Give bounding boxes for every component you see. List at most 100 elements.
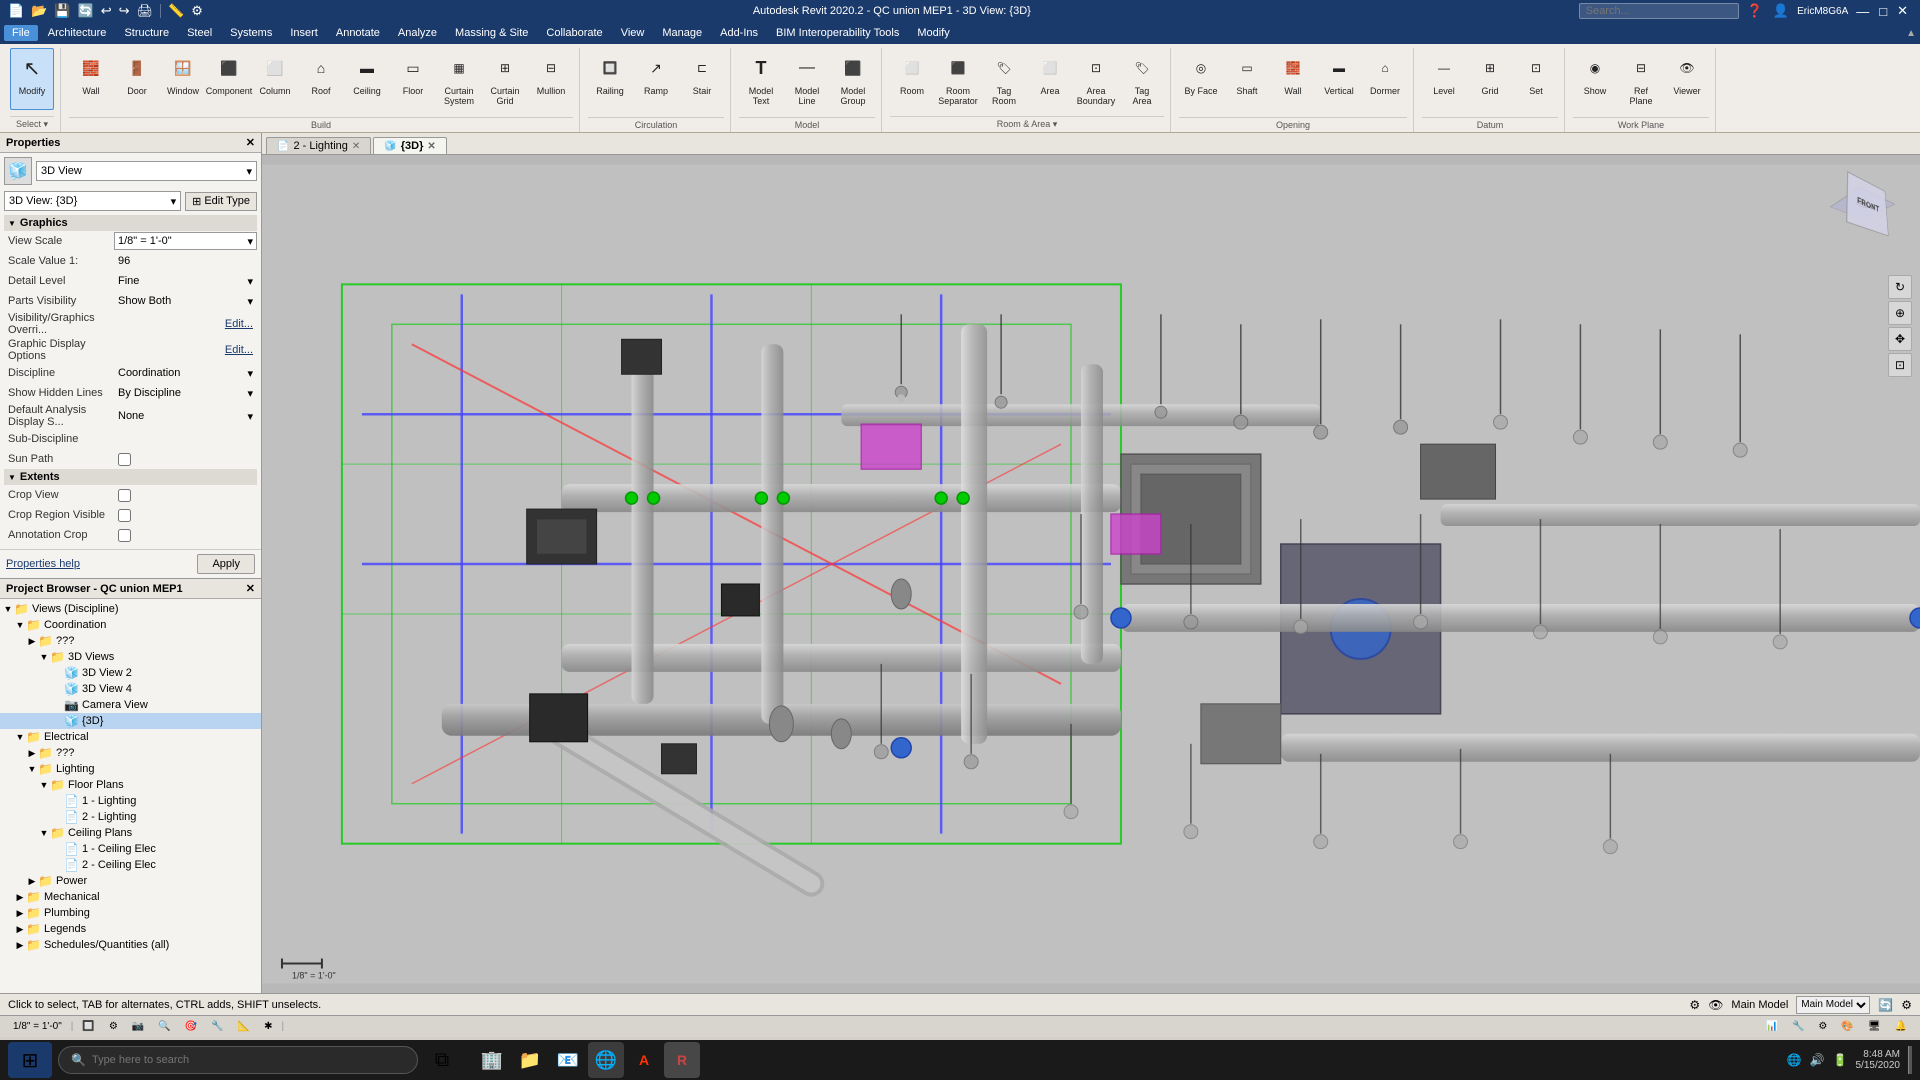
tree-mechanical[interactable]: ▶ 📁 Mechanical: [0, 889, 261, 905]
parts-vis-value[interactable]: Show Both ▾: [114, 292, 257, 310]
pan-btn[interactable]: ✥: [1888, 327, 1912, 351]
bottom-icon6[interactable]: 🔧: [206, 1019, 228, 1034]
ribbon-btn-level[interactable]: — Level: [1422, 48, 1466, 110]
menu-addins[interactable]: Add-Ins: [712, 25, 766, 41]
ribbon-btn-area-boundary[interactable]: ⊡ Area Boundary: [1074, 48, 1118, 110]
ribbon-btn-tag-area[interactable]: 🏷 Tag Area: [1120, 48, 1164, 110]
ribbon-btn-show[interactable]: ◉ Show: [1573, 48, 1617, 110]
ribbon-btn-room[interactable]: ⬜ Room: [890, 48, 934, 110]
menu-collaborate[interactable]: Collaborate: [538, 25, 610, 41]
ribbon-btn-shaft[interactable]: ▭ Shaft: [1225, 48, 1269, 110]
tree-coord-q[interactable]: ▶ 📁 ???: [0, 633, 261, 649]
bottom-icon5[interactable]: 🎯: [180, 1019, 202, 1034]
power-expand-icon[interactable]: ▶: [26, 876, 38, 887]
qa-sync-icon[interactable]: 🔄: [76, 2, 96, 20]
legends-expand-icon[interactable]: ▶: [14, 924, 26, 935]
start-button[interactable]: ⊞: [8, 1042, 52, 1078]
tree-fp2[interactable]: ▶ 📄 2 - Lighting: [0, 809, 261, 825]
coord-expand-icon[interactable]: ▼: [14, 620, 26, 630]
tree-3d[interactable]: ▶ 🧊 {3D}: [0, 713, 261, 729]
ribbon-btn-mullion[interactable]: ⊟ Mullion: [529, 48, 573, 110]
ribbon-btn-model-line[interactable]: — Model Line: [785, 48, 829, 110]
info-close-icon[interactable]: ✕: [1895, 2, 1910, 20]
ribbon-btn-component[interactable]: ⬛ Component: [207, 48, 251, 110]
extents-section-header[interactable]: ▼ Extents: [4, 469, 257, 485]
ribbon-btn-modify[interactable]: ↖ Modify: [10, 48, 54, 110]
zoom-btn[interactable]: ⊕: [1888, 301, 1912, 325]
info-user-icon[interactable]: 👤: [1771, 2, 1791, 20]
tab-3d[interactable]: 🧊 {3D} ✕: [373, 137, 446, 154]
status-view-icon[interactable]: 👁: [1708, 998, 1723, 1012]
plumb-expand-icon[interactable]: ▶: [14, 908, 26, 919]
sun-path-checkbox[interactable]: [118, 453, 131, 466]
tree-3d-v2[interactable]: ▶ 🧊 3D View 2: [0, 665, 261, 681]
info-help-icon[interactable]: ❓: [1745, 2, 1765, 20]
taskbar-network-icon[interactable]: 🌐: [1787, 1053, 1802, 1067]
taskbar-search[interactable]: 🔍: [58, 1046, 418, 1074]
graphic-display-edit-link[interactable]: Edit...: [225, 344, 253, 356]
tree-fp1[interactable]: ▶ 📄 1 - Lighting: [0, 793, 261, 809]
ribbon-btn-viewer[interactable]: 👁 Viewer: [1665, 48, 1709, 110]
ribbon-btn-stair[interactable]: ⊏ Stair: [680, 48, 724, 110]
tab-3d-close-icon[interactable]: ✕: [427, 141, 435, 152]
tree-plumbing[interactable]: ▶ 📁 Plumbing: [0, 905, 261, 921]
ribbon-btn-roof[interactable]: ⌂ Roof: [299, 48, 343, 110]
taskbar-explorer-icon[interactable]: 🏢: [474, 1042, 510, 1078]
menu-view[interactable]: View: [613, 25, 653, 41]
menu-architecture[interactable]: Architecture: [40, 25, 115, 41]
info-maximize-icon[interactable]: □: [1877, 3, 1889, 20]
qa-open-icon[interactable]: 📂: [29, 2, 49, 20]
ribbon-btn-tag-room[interactable]: 🏷 Tag Room: [982, 48, 1026, 110]
qa-redo-icon[interactable]: ↪: [117, 2, 132, 20]
tree-schedules[interactable]: ▶ 📁 Schedules/Quantities (all): [0, 937, 261, 953]
ribbon-btn-vertical[interactable]: ▬ Vertical: [1317, 48, 1361, 110]
elec-q-expand-icon[interactable]: ▶: [26, 748, 38, 759]
ribbon-btn-room-sep[interactable]: ⬛ Room Separator: [936, 48, 980, 110]
detail-level-value[interactable]: Fine ▾: [114, 272, 257, 290]
ribbon-btn-window[interactable]: 🪟 Window: [161, 48, 205, 110]
menu-structure[interactable]: Structure: [116, 25, 177, 41]
ribbon-btn-set[interactable]: ⊡ Set: [1514, 48, 1558, 110]
tree-coordination[interactable]: ▼ 📁 Coordination: [0, 617, 261, 633]
info-minimize-icon[interactable]: —: [1854, 3, 1871, 20]
view-scale-value[interactable]: 1/8" = 1'-0" ▾: [114, 232, 257, 250]
view-id-dropdown[interactable]: 3D View: {3D} ▾: [4, 191, 181, 211]
ribbon-btn-area[interactable]: ⬜ Area: [1028, 48, 1072, 110]
tree-lighting[interactable]: ▼ 📁 Lighting: [0, 761, 261, 777]
analysis-value[interactable]: None ▾: [114, 407, 257, 425]
ribbon-btn-wall-open[interactable]: 🧱 Wall: [1271, 48, 1315, 110]
apply-button[interactable]: Apply: [197, 554, 255, 574]
bottom-scale[interactable]: 1/8" = 1'-0": [8, 1019, 67, 1034]
menu-annotate[interactable]: Annotate: [328, 25, 388, 41]
tree-elec-q[interactable]: ▶ 📁 ???: [0, 745, 261, 761]
bottom-r2[interactable]: 🔧: [1787, 1019, 1809, 1034]
bottom-icon2[interactable]: ⚙: [104, 1019, 123, 1034]
ribbon-btn-door[interactable]: 🚪 Door: [115, 48, 159, 110]
fp-expand-icon[interactable]: ▼: [38, 780, 50, 790]
status-workset-icon[interactable]: ⚙: [1689, 998, 1700, 1012]
graphics-section-header[interactable]: ▼ Graphics: [4, 215, 257, 231]
tree-views-root[interactable]: ▼ 📁 Views (Discipline): [0, 601, 261, 617]
tree-cp1[interactable]: ▶ 📄 1 - Ceiling Elec: [0, 841, 261, 857]
tree-ceiling-plans[interactable]: ▼ 📁 Ceiling Plans: [0, 825, 261, 841]
tab-lighting-close-icon[interactable]: ✕: [352, 141, 360, 152]
type-dropdown[interactable]: 3D View ▾: [36, 161, 257, 181]
lighting-expand-icon[interactable]: ▼: [26, 764, 38, 774]
bottom-icon4[interactable]: 🔍: [153, 1019, 175, 1034]
tree-power[interactable]: ▶ 📁 Power: [0, 873, 261, 889]
ribbon-btn-column[interactable]: ⬜ Column: [253, 48, 297, 110]
nav-cube[interactable]: FRONT TOP: [1810, 175, 1900, 265]
sched-expand-icon[interactable]: ▶: [14, 940, 26, 951]
3d-views-expand-icon[interactable]: ▼: [38, 652, 50, 662]
menu-systems[interactable]: Systems: [222, 25, 280, 41]
project-browser-close-icon[interactable]: ✕: [246, 582, 255, 595]
tree-electrical[interactable]: ▼ 📁 Electrical: [0, 729, 261, 745]
search-input[interactable]: [92, 1054, 405, 1066]
bottom-r1[interactable]: 📊: [1761, 1019, 1783, 1034]
elec-expand-icon[interactable]: ▼: [14, 732, 26, 742]
mech-expand-icon[interactable]: ▶: [14, 892, 26, 903]
status-settings-icon[interactable]: ⚙: [1901, 998, 1912, 1012]
edit-type-btn[interactable]: ⊞ Edit Type: [185, 192, 257, 211]
crop-view-checkbox[interactable]: [118, 489, 131, 502]
fit-btn[interactable]: ⊡: [1888, 353, 1912, 377]
